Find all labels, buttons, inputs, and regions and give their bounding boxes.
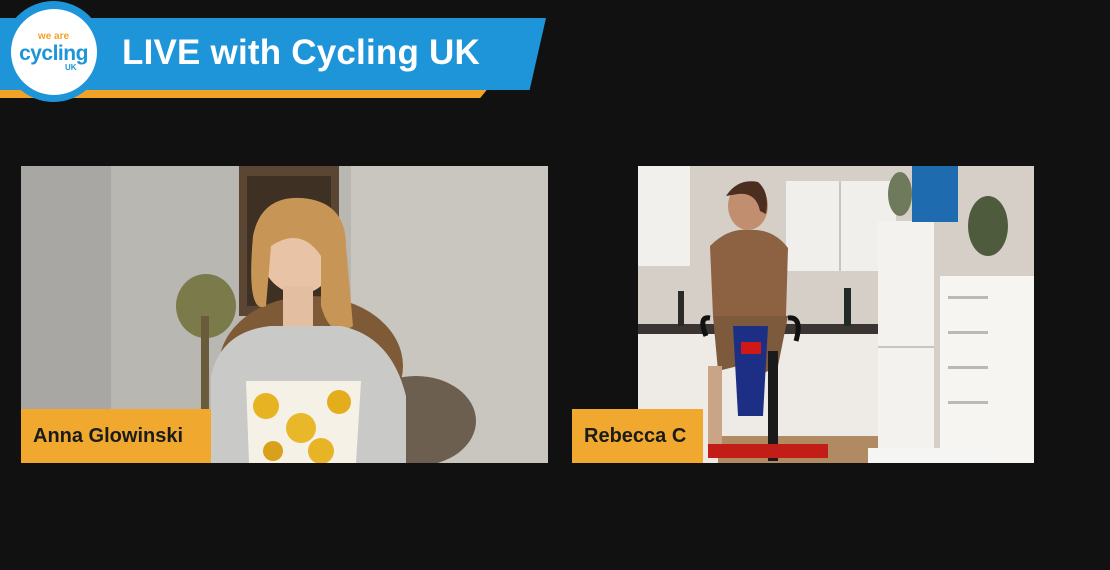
participant-name-tag-rebecca: Rebecca C	[572, 409, 703, 463]
participant-name-tag-anna: Anna Glowinski	[21, 409, 211, 463]
logo-text-we-are: we are	[37, 30, 70, 42]
cycling-uk-logo: we are cycling UK	[3, 1, 104, 102]
logo-text-uk: UK	[64, 62, 77, 72]
banner-title: LIVE with Cycling UK	[122, 33, 480, 72]
live-banner: LIVE with Cycling UK we are cycling UK	[0, 0, 560, 110]
logo-text-cycling: cycling	[19, 41, 88, 65]
